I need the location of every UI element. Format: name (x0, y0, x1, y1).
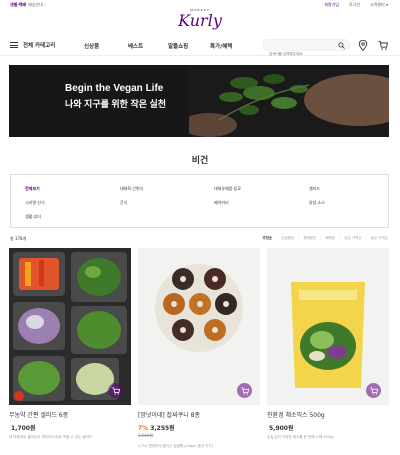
sort-divider: | (339, 236, 341, 240)
product-name[interactable]: 무농약 간편 샐러드 6종 (9, 410, 68, 419)
salad-bowls-image (9, 248, 131, 405)
top-links: 회원가입 로그인 고객센터 ▾ (324, 2, 388, 8)
product-description: 손질 없이 다양한 채소를 한 번에 (1팩 500g) (267, 435, 334, 439)
category-salad[interactable]: 샐러드 (309, 186, 320, 192)
category-all[interactable]: 전체보기 (25, 186, 40, 192)
kurly-logo[interactable]: MARKET Kurly (178, 8, 222, 34)
cart-icon (369, 387, 378, 395)
signup-link[interactable]: 회원가입 (324, 2, 339, 8)
product-description: 누구나 편안하게 즐기는 잡쌀빵 (vegan 옵션 추가) (138, 444, 213, 448)
product-name[interactable]: 친환경 채소믹스 500g (267, 410, 325, 419)
product-image[interactable] (138, 248, 260, 405)
logo-brand-text: Kurly (178, 11, 222, 30)
search-box (262, 39, 350, 59)
product-price: 5,900원 (269, 425, 294, 432)
category-meat-alternatives[interactable]: 대체육·간편식 (120, 186, 143, 192)
category-snack[interactable]: 간식 (120, 200, 127, 206)
nav-bargain[interactable]: 알뜰쇼핑 (168, 42, 188, 50)
product-image[interactable] (267, 248, 389, 405)
delivery-guide-text: 배송안내 › (28, 2, 46, 7)
hamburger-icon (10, 42, 18, 48)
add-to-cart-button[interactable] (366, 383, 381, 398)
herbs-hands-image (189, 65, 389, 137)
product-price-row: 1,700원 (9, 423, 36, 432)
customer-center-link[interactable]: 고객센터 ▾ (370, 2, 388, 8)
category-living-beauty[interactable]: 생활·뷰티 (25, 214, 41, 220)
product-count: 총 378개 (10, 236, 27, 241)
product-price-row: 5,900원 (267, 423, 294, 432)
product-image[interactable] (9, 248, 131, 405)
vegan-banner[interactable]: Begin the Vegan Life 나와 지구를 위한 작은 실천 (9, 65, 389, 137)
product-description: 내 마음대로 골라담고 세척되어 바로 먹을 수 있는 샐러드 (9, 435, 92, 439)
sort-divider: | (320, 236, 322, 240)
login-link[interactable]: 로그인 (349, 2, 360, 8)
product-price: 3,255원 (150, 425, 175, 432)
sort-options: 추천순 | 신상품순 | 판매량순 | 혜택순 | 낮은 가격순 | 높은 가격… (263, 236, 389, 241)
search-icon[interactable] (338, 42, 345, 49)
add-to-cart-button[interactable] (108, 383, 123, 398)
product-discount: 7% (138, 425, 149, 432)
product-card[interactable]: [망넛이네] 잡싸쿠니 8종 7% 3,255원 3,500원 누구나 편안하게 … (138, 248, 260, 448)
product-card[interactable]: 친환경 채소믹스 500g 5,900원 손질 없이 다양한 채소를 한 번에 … (267, 248, 389, 439)
search-input[interactable] (269, 49, 343, 59)
vegetable-mix-bag-image (267, 248, 389, 405)
product-card[interactable]: 무농약 간편 샐러드 6종 1,700원 내 마음대로 골라담고 세척되어 바로… (9, 248, 131, 439)
nav-best[interactable]: 베스트 (128, 42, 143, 50)
sort-high-price[interactable]: 높은 가격순 (371, 236, 388, 241)
sort-low-price[interactable]: 낮은 가격순 (344, 236, 361, 241)
global-nav: 전체 카테고리 신상품 베스트 알뜰쇼핑 특가/혜택 (0, 36, 400, 59)
add-to-cart-button[interactable] (237, 383, 252, 398)
cart-icon[interactable] (378, 40, 388, 51)
product-price: 1,700원 (11, 425, 36, 432)
category-filter: 전체보기 대체육·간편식 대체유제품·음료 샐러드 시리얼·선식 간식 베이커리… (10, 174, 389, 228)
location-pin-icon[interactable] (358, 40, 368, 51)
cart-icon (240, 387, 249, 395)
sort-recommended[interactable]: 추천순 (263, 236, 273, 241)
sort-divider: | (365, 236, 367, 240)
category-dairy-alternatives[interactable]: 대체유제품·음료 (214, 186, 241, 192)
product-original-price: 3,500원 (138, 433, 154, 438)
category-cereal[interactable]: 시리얼·선식 (25, 200, 45, 206)
product-price-row: 7% 3,255원 (138, 423, 175, 432)
cart-icon (111, 387, 120, 395)
delivery-info-link[interactable]: 샛별·택배 배송안내 › (10, 2, 46, 8)
nav-special-offers[interactable]: 특가/혜택 (210, 42, 232, 50)
sort-benefit[interactable]: 혜택순 (326, 236, 336, 241)
sort-best-selling[interactable]: 판매량순 (303, 236, 316, 241)
category-sauce[interactable]: 양념·소스 (309, 200, 325, 206)
banner-subtitle: 나와 지구를 위한 작은 실천 (65, 99, 167, 109)
nav-new-products[interactable]: 신상품 (84, 42, 99, 50)
all-categories-label: 전체 카테고리 (23, 43, 56, 49)
rice-cakes-image (138, 248, 260, 405)
sort-newest[interactable]: 신상품순 (281, 236, 294, 241)
product-name[interactable]: [망넛이네] 잡싸쿠니 8종 (138, 410, 200, 419)
sort-divider: | (298, 236, 300, 240)
sort-divider: | (276, 236, 278, 240)
delivery-badge: 샛별·택배 (10, 2, 27, 7)
banner-title: Begin the Vegan Life (65, 83, 164, 94)
page-title: 비건 (191, 156, 209, 166)
all-categories-button[interactable]: 전체 카테고리 (10, 41, 55, 49)
category-bakery[interactable]: 베이커리 (214, 200, 229, 206)
